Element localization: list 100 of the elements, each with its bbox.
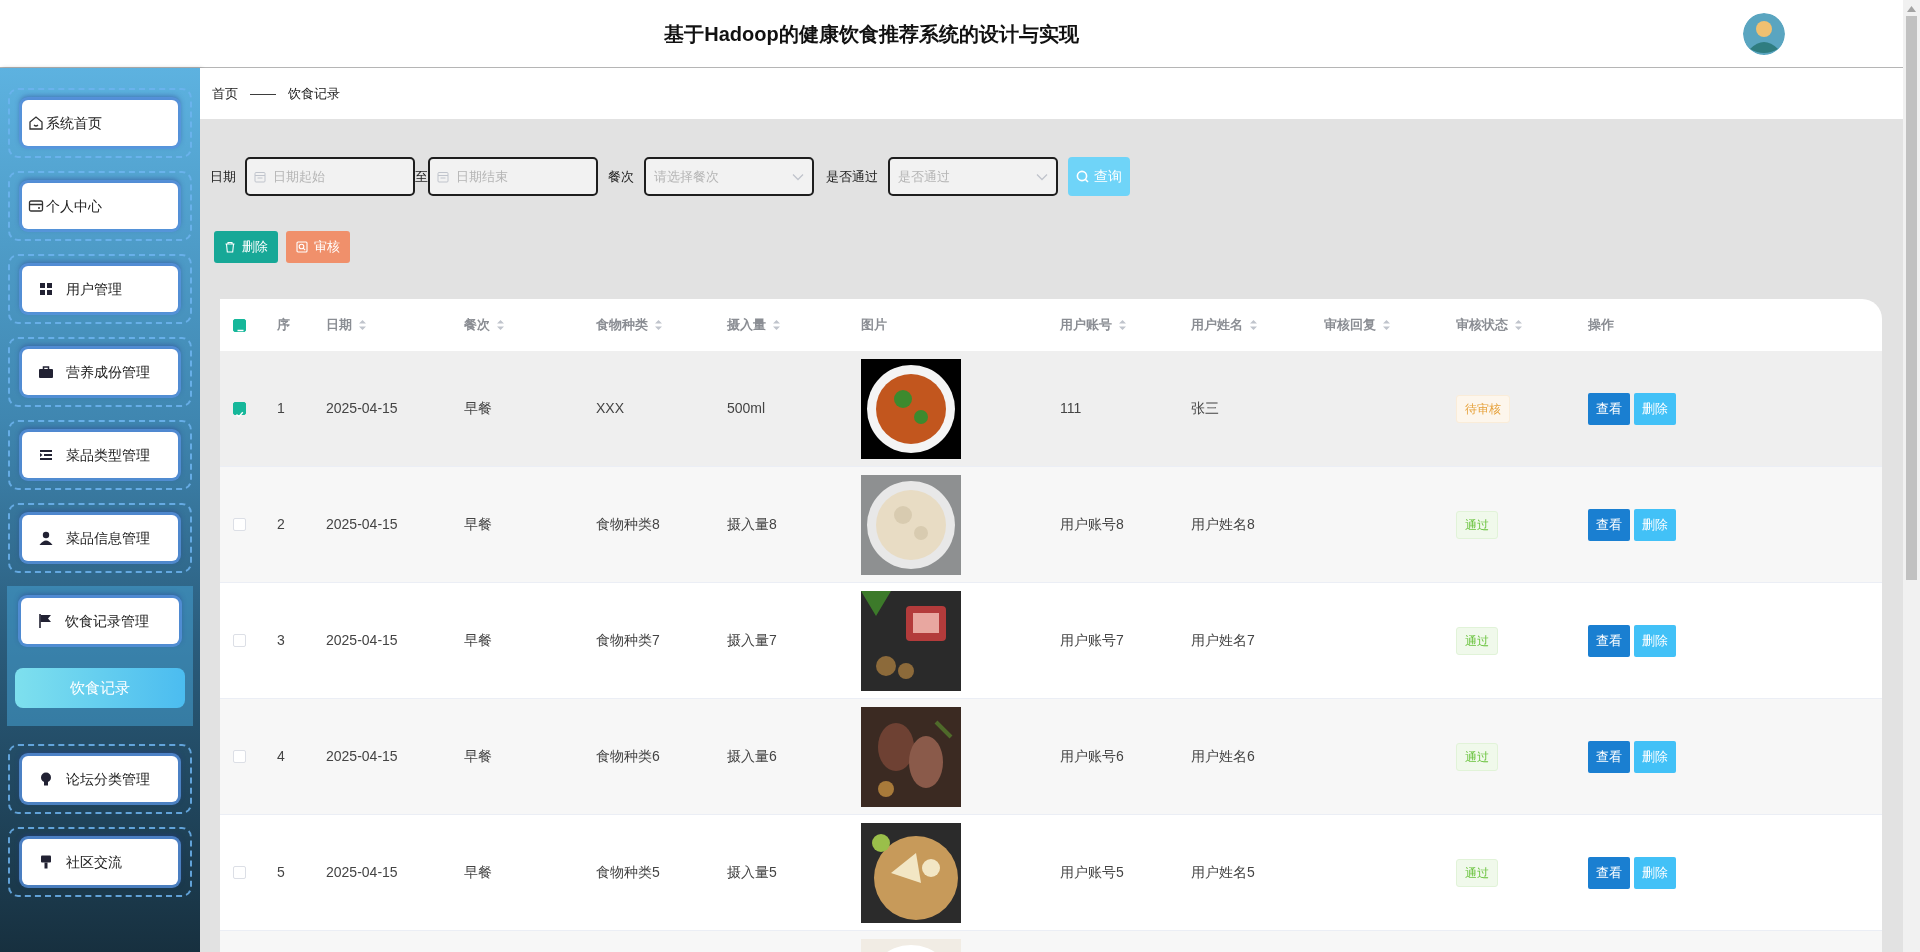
view-button[interactable]: 查看 (1588, 624, 1630, 657)
table-cell: 1 (277, 400, 285, 416)
meal-select[interactable]: 请选择餐次 (644, 157, 814, 196)
column-header: 序 (277, 316, 290, 335)
column-header[interactable]: 审核回复 (1324, 315, 1391, 335)
table-cell: 2025-04-15 (326, 516, 398, 532)
table-cell: 摄入量8 (727, 516, 777, 532)
table-cell: 2025-04-15 (326, 748, 398, 764)
menu-item[interactable]: 系统首页 (22, 100, 178, 146)
table-cell: 张三 (1191, 400, 1219, 416)
table-cell: 5 (277, 864, 285, 880)
status-tag: 通过 (1456, 626, 1498, 655)
page-title: 基于Hadoop的健康饮食推荐系统的设计与实现 (663, 21, 1080, 47)
scrollbar[interactable] (1903, 0, 1920, 952)
column-header[interactable]: 审核状态 (1456, 315, 1523, 335)
avatar[interactable] (1743, 12, 1785, 55)
menu-item[interactable]: 饮食记录管理 (21, 598, 179, 644)
home-icon (28, 115, 44, 131)
table-cell: 摄入量5 (727, 864, 777, 880)
sort-icon (358, 319, 367, 331)
column-header[interactable]: 日期 (326, 315, 367, 335)
chevron-down-icon (792, 172, 804, 181)
menu-item[interactable]: 个人中心 (22, 183, 178, 229)
sort-icon (1249, 319, 1258, 331)
table-cell: 用户姓名8 (1191, 516, 1255, 532)
delete-button[interactable]: 删除 (1634, 856, 1676, 889)
flag-icon (37, 613, 53, 629)
sort-icon (654, 319, 663, 331)
table-cell: 用户姓名5 (1191, 864, 1255, 880)
delete-button[interactable]: 删除 (214, 231, 278, 263)
audit-button[interactable]: 审核 (286, 231, 350, 263)
date-end-field[interactable]: 日期结束 (428, 157, 598, 196)
status-tag: 待审核 (1456, 394, 1510, 423)
filter-label: 是否通过 (826, 167, 878, 186)
table-cell: 4 (277, 748, 285, 764)
table-cell: 早餐 (464, 748, 492, 764)
column-header[interactable]: 用户账号 (1060, 315, 1127, 335)
status-tag: 通过 (1456, 742, 1498, 771)
trash-icon (224, 241, 236, 253)
breadcrumb-link[interactable]: 首页 (212, 83, 238, 104)
column-header[interactable]: 餐次 (464, 315, 505, 335)
scrollbar-thumb[interactable] (1906, 16, 1917, 580)
bulb-icon (38, 771, 54, 787)
sort-icon (496, 319, 505, 331)
calendar-icon (254, 170, 266, 183)
breadcrumb-separator: —— (250, 84, 276, 103)
table-cell: 摄入量6 (727, 748, 777, 764)
table-cell: 用户账号7 (1060, 632, 1124, 648)
table-cell: 食物种类8 (596, 516, 660, 532)
view-button[interactable]: 查看 (1588, 392, 1630, 425)
card-icon (28, 198, 44, 214)
table-cell: 摄入量7 (727, 632, 777, 648)
sort-icon (1118, 319, 1127, 331)
table-cell: 食物种类7 (596, 632, 660, 648)
sort-icon (1382, 319, 1391, 331)
scroll-up-icon[interactable] (1907, 6, 1916, 12)
table-cell: 500ml (727, 400, 766, 416)
column-header[interactable]: 用户姓名 (1191, 315, 1258, 335)
row-checkbox[interactable] (233, 402, 246, 415)
menu-item[interactable]: 论坛分类管理 (22, 756, 178, 802)
filter-label: 至 (415, 167, 428, 186)
menu-item[interactable]: 用户管理 (22, 266, 178, 312)
filter-label: 餐次 (608, 167, 634, 186)
sort-icon (1514, 319, 1523, 331)
view-button[interactable]: 查看 (1588, 508, 1630, 541)
column-header: 操作 (1588, 316, 1614, 335)
list-icon (38, 447, 54, 463)
column-header[interactable]: 摄入量 (727, 315, 781, 335)
submenu-item[interactable]: 饮食记录 (15, 668, 185, 708)
table-cell: 2025-04-15 (326, 632, 398, 648)
table-cell: 早餐 (464, 632, 492, 648)
delete-button[interactable]: 删除 (1634, 740, 1676, 773)
view-button[interactable]: 查看 (1588, 856, 1630, 889)
search-icon (1076, 170, 1089, 183)
status-tag: 通过 (1456, 858, 1498, 887)
menu-item[interactable]: 菜品类型管理 (22, 432, 178, 478)
delete-button[interactable]: 删除 (1634, 624, 1676, 657)
menu-item[interactable]: 社区交流 (22, 839, 178, 885)
date-start-field[interactable]: 日期起始 (245, 157, 415, 196)
grid-icon (38, 281, 54, 297)
table-cell: XXX (596, 400, 624, 416)
table-cell: 用户姓名6 (1191, 748, 1255, 764)
table-cell: 食物种类6 (596, 748, 660, 764)
breadcrumb-link[interactable]: 饮食记录 (288, 83, 340, 104)
table-cell: 早餐 (464, 864, 492, 880)
delete-button[interactable]: 删除 (1634, 392, 1676, 425)
status-tag: 通过 (1456, 510, 1498, 539)
passed-select[interactable]: 是否通过 (888, 157, 1058, 196)
menu-item[interactable]: 菜品信息管理 (22, 515, 178, 561)
table-cell: 用户账号6 (1060, 748, 1124, 764)
column-header[interactable]: 食物种类 (596, 315, 663, 335)
menu-item[interactable]: 营养成份管理 (22, 349, 178, 395)
column-header: 图片 (861, 316, 887, 335)
briefcase-icon (38, 364, 54, 380)
table-cell: 用户账号8 (1060, 516, 1124, 532)
delete-button[interactable]: 删除 (1634, 508, 1676, 541)
select-all-checkbox[interactable] (233, 318, 246, 332)
view-button[interactable]: 查看 (1588, 740, 1630, 773)
table-cell: 早餐 (464, 516, 492, 532)
table-cell: 用户账号5 (1060, 864, 1124, 880)
